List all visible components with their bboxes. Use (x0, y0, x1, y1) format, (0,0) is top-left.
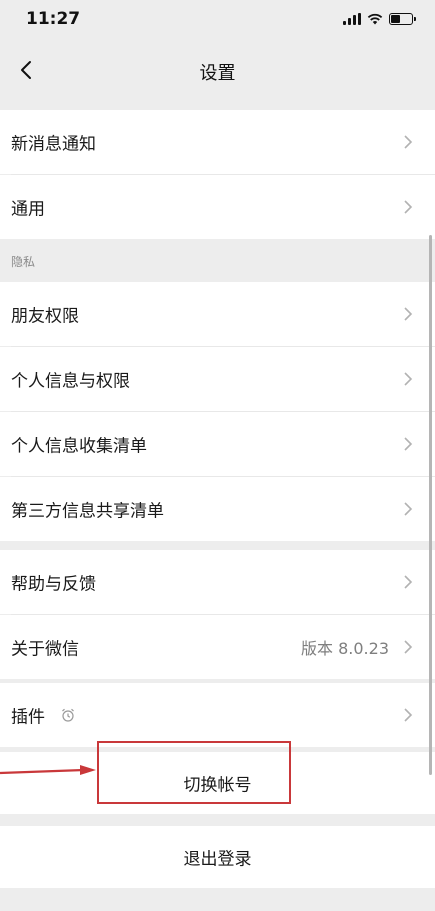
settings-item-personal-info[interactable]: 个人信息与权限 (0, 347, 435, 411)
annotation-highlight-box (97, 741, 291, 804)
settings-item-about[interactable]: 关于微信 版本 8.0.23 (0, 615, 435, 679)
logout-label: 退出登录 (183, 849, 252, 870)
settings-item-friend-permissions[interactable]: 朋友权限 (0, 282, 435, 346)
wifi-icon (367, 13, 383, 25)
section-header-label: 隐私 (11, 255, 36, 269)
nav-bar: 设置 (0, 40, 435, 102)
chevron-right-icon (404, 708, 413, 722)
settings-item-help[interactable]: 帮助与反馈 (0, 550, 435, 614)
chevron-right-icon (404, 372, 413, 386)
settings-item-label: 通用 (11, 199, 45, 220)
settings-item-label: 帮助与反馈 (11, 574, 96, 595)
settings-item-notifications[interactable]: 新消息通知 (0, 110, 435, 174)
logout-button[interactable]: 退出登录 (0, 826, 435, 888)
status-time: 11:27 (26, 9, 81, 29)
settings-item-general[interactable]: 通用 (0, 175, 435, 239)
chevron-right-icon (404, 640, 413, 654)
annotation-arrow-icon (0, 765, 96, 775)
settings-item-label: 个人信息收集清单 (11, 436, 147, 457)
scrollbar[interactable] (429, 235, 432, 775)
settings-item-plugins[interactable]: 插件 (0, 683, 435, 747)
status-bar: 11:27 (0, 0, 435, 40)
settings-item-label: 个人信息与权限 (11, 371, 130, 392)
chevron-right-icon (404, 307, 413, 321)
chevron-right-icon (404, 502, 413, 516)
settings-item-third-party[interactable]: 第三方信息共享清单 (0, 477, 435, 541)
settings-item-label: 插件 (11, 707, 45, 728)
battery-icon (389, 13, 416, 25)
settings-item-info-collection[interactable]: 个人信息收集清单 (0, 412, 435, 476)
chevron-right-icon (404, 575, 413, 589)
signal-icon (343, 13, 361, 25)
settings-item-label: 关于微信 (11, 639, 79, 660)
settings-item-label: 朋友权限 (11, 306, 79, 327)
section-header-privacy: 隐私 (0, 242, 435, 282)
chevron-right-icon (404, 200, 413, 214)
settings-item-label: 新消息通知 (11, 134, 96, 155)
page-title: 设置 (199, 63, 236, 84)
version-value: 版本 8.0.23 (301, 639, 389, 658)
alarm-clock-icon (62, 708, 74, 722)
settings-item-label: 第三方信息共享清单 (11, 501, 164, 522)
chevron-right-icon (404, 437, 413, 451)
status-icons (343, 12, 416, 26)
chevron-right-icon (404, 135, 413, 149)
